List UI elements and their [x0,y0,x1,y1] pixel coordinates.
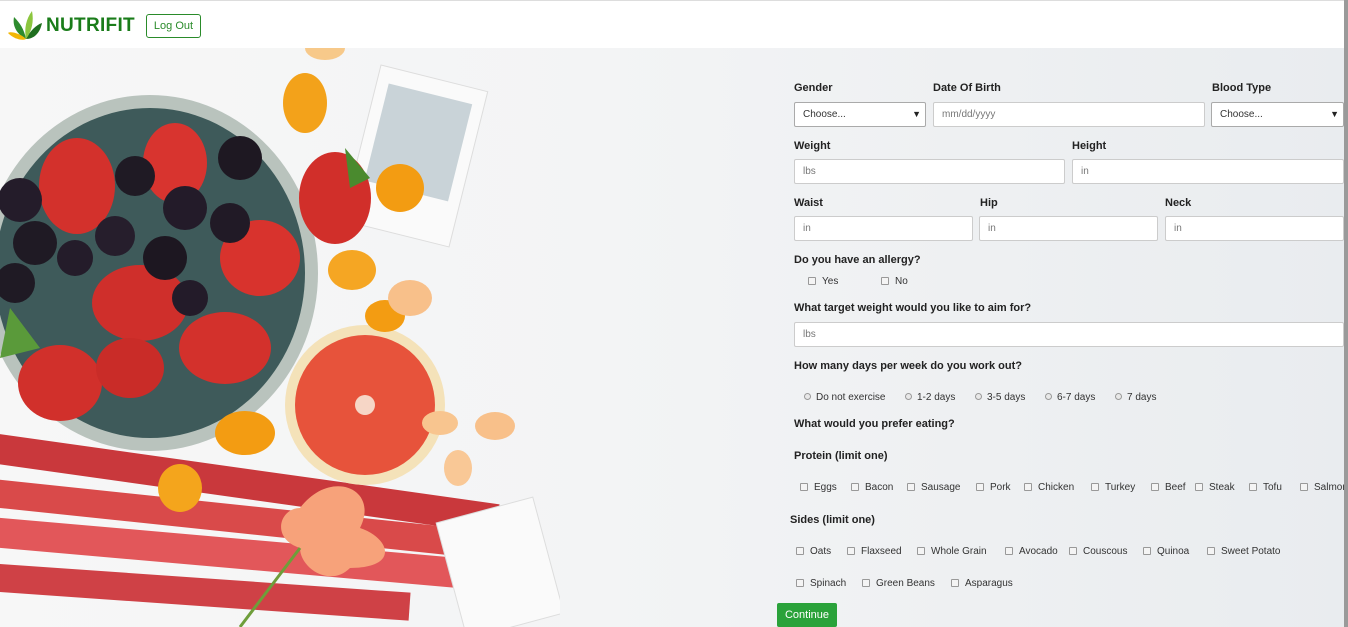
sides-option-flaxseed[interactable]: Flaxseed [847,546,902,557]
radio-button[interactable] [905,393,912,400]
protein-option-eggs[interactable]: Eggs [800,482,837,493]
checkbox[interactable] [917,547,925,555]
workout-option-3-5[interactable]: 3-5 days [975,392,1025,403]
checkbox[interactable] [1151,483,1159,491]
workout-option-1-2[interactable]: 1-2 days [905,392,955,403]
page-scrollbar[interactable] [1344,0,1348,627]
checkbox[interactable] [800,483,808,491]
protein-option-salmon[interactable]: Salmon [1300,482,1344,493]
protein-option-sausage[interactable]: Sausage [907,482,960,493]
sides-option-avocado[interactable]: Avocado [1005,546,1058,557]
radio-button[interactable] [975,393,982,400]
fruit-photo-image [0,36,565,627]
allergy-yes-option[interactable]: Yes [808,276,838,287]
waist-input[interactable]: in [794,216,973,241]
gender-select-value: Choose... [803,109,846,120]
leaf-logo-icon [8,11,42,40]
continue-button[interactable]: Continue [777,603,837,627]
workout-option-none[interactable]: Do not exercise [804,392,885,403]
protein-option-steak[interactable]: Steak [1195,482,1235,493]
gender-label: Gender [794,82,833,94]
checkbox[interactable] [808,277,816,285]
sides-option-couscous[interactable]: Couscous [1069,546,1127,557]
checkbox[interactable] [1024,483,1032,491]
checkbox[interactable] [1249,483,1257,491]
hip-input[interactable]: in [979,216,1158,241]
checkbox[interactable] [1005,547,1013,555]
protein-option-turkey[interactable]: Turkey [1091,482,1135,493]
checkbox[interactable] [851,483,859,491]
protein-option-bacon[interactable]: Bacon [851,482,893,493]
protein-option-beef[interactable]: Beef [1151,482,1186,493]
checkbox[interactable] [1091,483,1099,491]
height-label: Height [1072,140,1107,152]
waist-label: Waist [794,197,823,209]
sides-option-quinoa[interactable]: Quinoa [1143,546,1189,557]
sides-option-green-beans[interactable]: Green Beans [862,578,935,589]
workout-option-7[interactable]: 7 days [1115,392,1156,403]
checkbox[interactable] [862,579,870,587]
dob-label: Date Of Birth [933,82,1001,94]
checkbox[interactable] [1207,547,1215,555]
radio-button[interactable] [804,393,811,400]
checkbox[interactable] [976,483,984,491]
top-navbar: NUTRIFIT Log Out [0,0,1348,48]
checkbox[interactable] [907,483,915,491]
height-input[interactable]: in [1072,159,1344,184]
sides-option-oats[interactable]: Oats [796,546,831,557]
checkbox[interactable] [881,277,889,285]
caret-down-icon: ▼ [912,109,921,119]
checkbox[interactable] [1069,547,1077,555]
checkbox[interactable] [1300,483,1308,491]
checkbox[interactable] [1195,483,1203,491]
protein-option-chicken[interactable]: Chicken [1024,482,1074,493]
neck-input[interactable]: in [1165,216,1344,241]
allergy-no-option[interactable]: No [881,276,908,287]
sides-option-whole-grain[interactable]: Whole Grain [917,546,987,557]
checkbox[interactable] [796,579,804,587]
checkbox[interactable] [1143,547,1151,555]
weight-input[interactable]: lbs [794,159,1065,184]
workout-option-6-7[interactable]: 6-7 days [1045,392,1095,403]
hip-label: Hip [980,197,998,209]
target-weight-question: What target weight would you like to aim… [794,302,1032,314]
blood-type-select[interactable]: Choose... ▼ [1211,102,1344,127]
blood-type-label: Blood Type [1212,82,1272,94]
radio-button[interactable] [1115,393,1122,400]
allergy-question: Do you have an allergy? [794,254,921,266]
checkbox[interactable] [847,547,855,555]
protein-option-tofu[interactable]: Tofu [1249,482,1282,493]
checkbox[interactable] [796,547,804,555]
protein-option-pork[interactable]: Pork [976,482,1011,493]
sides-option-sweet-potato[interactable]: Sweet Potato [1207,546,1280,557]
neck-label: Neck [1165,197,1192,209]
brand-name: NUTRIFIT [46,15,135,36]
checkbox[interactable] [951,579,959,587]
workout-question: How many days per week do you work out? [794,360,1022,372]
weight-label: Weight [794,140,831,152]
blood-type-select-value: Choose... [1220,109,1263,120]
preference-question: What would you prefer eating? [794,418,955,430]
target-weight-input[interactable]: lbs [794,322,1344,347]
sides-option-asparagus[interactable]: Asparagus [951,578,1013,589]
dob-input[interactable]: mm/dd/yyyy [933,102,1205,127]
radio-button[interactable] [1045,393,1052,400]
caret-down-icon: ▼ [1330,109,1339,119]
protein-label: Protein (limit one) [794,450,888,462]
logout-button[interactable]: Log Out [146,14,201,38]
gender-select[interactable]: Choose... ▼ [794,102,926,127]
sides-option-spinach[interactable]: Spinach [796,578,846,589]
sides-label: Sides (limit one) [790,514,875,526]
